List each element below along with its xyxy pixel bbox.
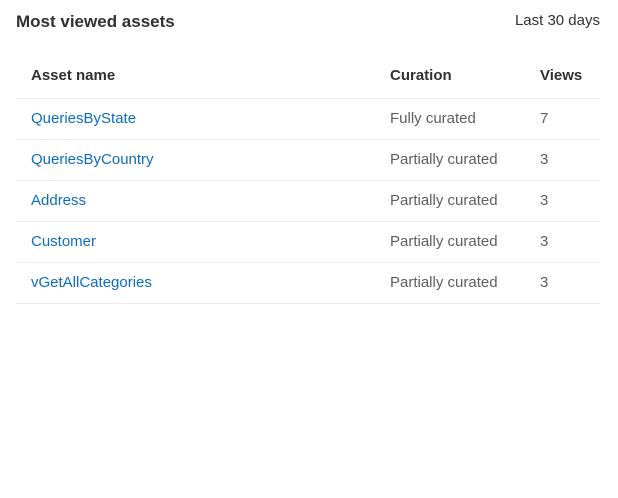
table-row: QueriesByState Fully curated 7: [16, 99, 600, 140]
column-header-curation: Curation: [390, 67, 452, 84]
asset-name-link[interactable]: Customer: [31, 222, 96, 262]
views-count: 3: [540, 192, 549, 209]
curation-status: Partially curated: [390, 151, 498, 168]
table-row: Customer Partially curated 3: [16, 222, 600, 263]
curation-status: Fully curated: [390, 110, 476, 127]
table-row: Address Partially curated 3: [16, 181, 600, 222]
most-viewed-assets-card: Most viewed assets Last 30 days Asset na…: [0, 0, 618, 498]
asset-name-link[interactable]: QueriesByCountry: [31, 140, 154, 180]
views-count: 3: [540, 274, 549, 291]
curation-status: Partially curated: [390, 192, 498, 209]
column-header-views: Views: [540, 67, 583, 84]
curation-status: Partially curated: [390, 233, 498, 250]
views-count: 7: [540, 110, 549, 127]
card-header: Most viewed assets Last 30 days: [16, 10, 600, 34]
table-row: QueriesByCountry Partially curated 3: [16, 140, 600, 181]
table-header-row: Asset name Curation Views: [16, 56, 600, 99]
assets-table: Asset name Curation Views QueriesByState…: [16, 56, 600, 304]
views-count: 3: [540, 151, 549, 168]
asset-name-link[interactable]: QueriesByState: [31, 99, 136, 139]
column-header-asset-name: Asset name: [31, 67, 116, 84]
time-range-label: Last 30 days: [514, 12, 600, 29]
card-title: Most viewed assets: [16, 12, 175, 31]
views-count: 3: [540, 233, 549, 250]
curation-status: Partially curated: [390, 274, 498, 291]
asset-name-link[interactable]: Address: [31, 181, 86, 221]
asset-name-link[interactable]: vGetAllCategories: [31, 263, 152, 303]
table-row: vGetAllCategories Partially curated 3: [16, 263, 600, 304]
